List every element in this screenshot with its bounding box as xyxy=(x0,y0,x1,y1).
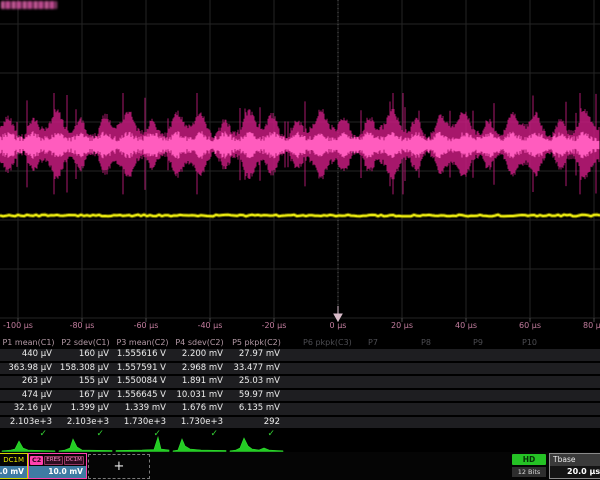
measurement-table: P1 mean(C1)P2 sdev(C1)P3 mean(C2)P4 sdev… xyxy=(0,336,600,440)
measurement-header-inactive[interactable]: P9 xyxy=(473,336,483,349)
trace-descriptor-fragment xyxy=(1,1,57,9)
histicon xyxy=(230,438,283,452)
measurement-value: 440 µV xyxy=(0,349,57,361)
time-tick-label: 60 µs xyxy=(519,321,541,330)
measurement-value: 1.730e+3 xyxy=(114,417,171,429)
channel1-descriptor[interactable]: DC1M 10.0 mV xyxy=(0,453,28,479)
measurement-value: 160 µV xyxy=(57,349,114,361)
measurement-row: 2.103e+32.103e+31.730e+31.730e+3292 xyxy=(0,417,600,431)
measurement-value: 1.550084 V xyxy=(114,376,171,388)
measurement-value: 1.557591 V xyxy=(114,363,171,375)
channel2-scale-value: 10.0 mV xyxy=(29,466,86,478)
measurement-value: 263 µV xyxy=(0,376,57,388)
measurement-value: 33.477 mV xyxy=(228,363,285,375)
measurement-header[interactable]: P3 mean(C2) xyxy=(114,336,171,349)
measurement-value: 27.97 mV xyxy=(228,349,285,361)
time-tick-label: -40 µs xyxy=(198,321,223,330)
channel2-eres-badge: ERES xyxy=(44,456,62,465)
measurement-header-inactive[interactable]: P6 pkpk(C3) xyxy=(303,336,352,349)
time-tick-label: 20 µs xyxy=(391,321,413,330)
add-trace-button[interactable]: + xyxy=(88,454,150,479)
time-tick-label: -20 µs xyxy=(262,321,287,330)
timebase-label: Tbase xyxy=(550,454,600,466)
measurement-value: 2.200 mV xyxy=(171,349,228,361)
measurement-header-inactive[interactable]: P8 xyxy=(421,336,431,349)
trigger-time-marker[interactable] xyxy=(334,306,342,321)
time-tick-label: -80 µs xyxy=(70,321,95,330)
measurement-value: 292 xyxy=(228,417,285,429)
measurement-value: 1.339 mV xyxy=(114,403,171,415)
measurement-value: 158.308 µV xyxy=(57,363,114,375)
measurement-histicons xyxy=(0,436,600,452)
measurement-value: 2.103e+3 xyxy=(57,417,114,429)
measurement-row: 474 µV167 µV1.556645 V10.031 mV59.97 mV xyxy=(0,390,600,404)
measurement-value: 155 µV xyxy=(57,376,114,388)
timebase-descriptor[interactable]: Tbase 20.0 µs/div xyxy=(549,453,600,479)
time-tick-label: -60 µs xyxy=(134,321,159,330)
measurement-row: 363.98 µV158.308 µV1.557591 V2.968 mV33.… xyxy=(0,363,600,377)
measurement-rows: 440 µV160 µV1.555616 V2.200 mV27.97 mV36… xyxy=(0,349,600,430)
measurement-value: 1.399 µV xyxy=(57,403,114,415)
measurement-value: 1.676 mV xyxy=(171,403,228,415)
time-tick-label: 40 µs xyxy=(455,321,477,330)
histicon xyxy=(2,441,55,452)
time-tick-label: 80 µs xyxy=(583,321,600,330)
oscilloscope-screen: -100 µs -80 µs -60 µs -40 µs -20 µs 0 µs 20 µs… xyxy=(0,0,600,480)
measurement-value: 10.031 mV xyxy=(171,390,228,402)
measurement-value: 2.968 mV xyxy=(171,363,228,375)
measurement-value: 1.891 mV xyxy=(171,376,228,388)
time-tick-label: -100 µs xyxy=(3,321,33,330)
timebase-value: 20.0 µs/div xyxy=(550,466,600,478)
measurement-value: 1.556645 V xyxy=(114,390,171,402)
waveform-svg xyxy=(0,0,600,336)
measurement-value: 2.103e+3 xyxy=(0,417,57,429)
measurement-value: 1.730e+3 xyxy=(171,417,228,429)
measurement-header[interactable]: P1 mean(C1) xyxy=(0,336,57,349)
measurement-header[interactable]: P4 sdev(C2) xyxy=(171,336,228,349)
histicon xyxy=(59,439,112,452)
hd-mode-badge: HD xyxy=(512,454,546,465)
measurement-header[interactable]: P5 pkpk(C2) xyxy=(228,336,285,349)
waveform-display[interactable]: -100 µs -80 µs -60 µs -40 µs -20 µs 0 µs 20 µs… xyxy=(0,0,600,336)
channel2-coupling-badge: DC1M xyxy=(64,456,84,465)
measurement-value: 167 µV xyxy=(57,390,114,402)
channel2-badge: C2 xyxy=(30,456,43,465)
channel1-coupling-label: DC1M xyxy=(0,454,27,466)
channel2-descriptor[interactable]: C2 ERES DC1M 10.0 mV xyxy=(28,453,87,479)
measurement-row: 32.16 µV1.399 µV1.339 mV1.676 mV6.135 mV xyxy=(0,403,600,417)
measurement-value: 25.03 mV xyxy=(228,376,285,388)
measurement-value: 474 µV xyxy=(0,390,57,402)
hd-bits-label: 12 Bits xyxy=(512,467,546,477)
measurement-value: 1.555616 V xyxy=(114,349,171,361)
time-tick-label: 0 µs xyxy=(330,321,347,330)
measurement-value: 6.135 mV xyxy=(228,403,285,415)
measurement-header-row: P1 mean(C1)P2 sdev(C1)P3 mean(C2)P4 sdev… xyxy=(0,336,600,349)
channel1-scale-value: 10.0 mV xyxy=(0,466,27,478)
histicon xyxy=(116,437,169,452)
status-bar: DC1M 10.0 mV C2 ERES DC1M 10.0 mV + HD 1… xyxy=(0,452,600,480)
measurement-header[interactable]: P2 sdev(C1) xyxy=(57,336,114,349)
measurement-value: 363.98 µV xyxy=(0,363,57,375)
measurement-value: 32.16 µV xyxy=(0,403,57,415)
measurement-row: 440 µV160 µV1.555616 V2.200 mV27.97 mV xyxy=(0,349,600,363)
measurement-value: 59.97 mV xyxy=(228,390,285,402)
measurement-row: 263 µV155 µV1.550084 V1.891 mV25.03 mV xyxy=(0,376,600,390)
measurement-header-inactive[interactable]: P7 xyxy=(368,336,378,349)
measurement-header-inactive[interactable]: P10 xyxy=(522,336,537,349)
histicon xyxy=(173,439,226,452)
